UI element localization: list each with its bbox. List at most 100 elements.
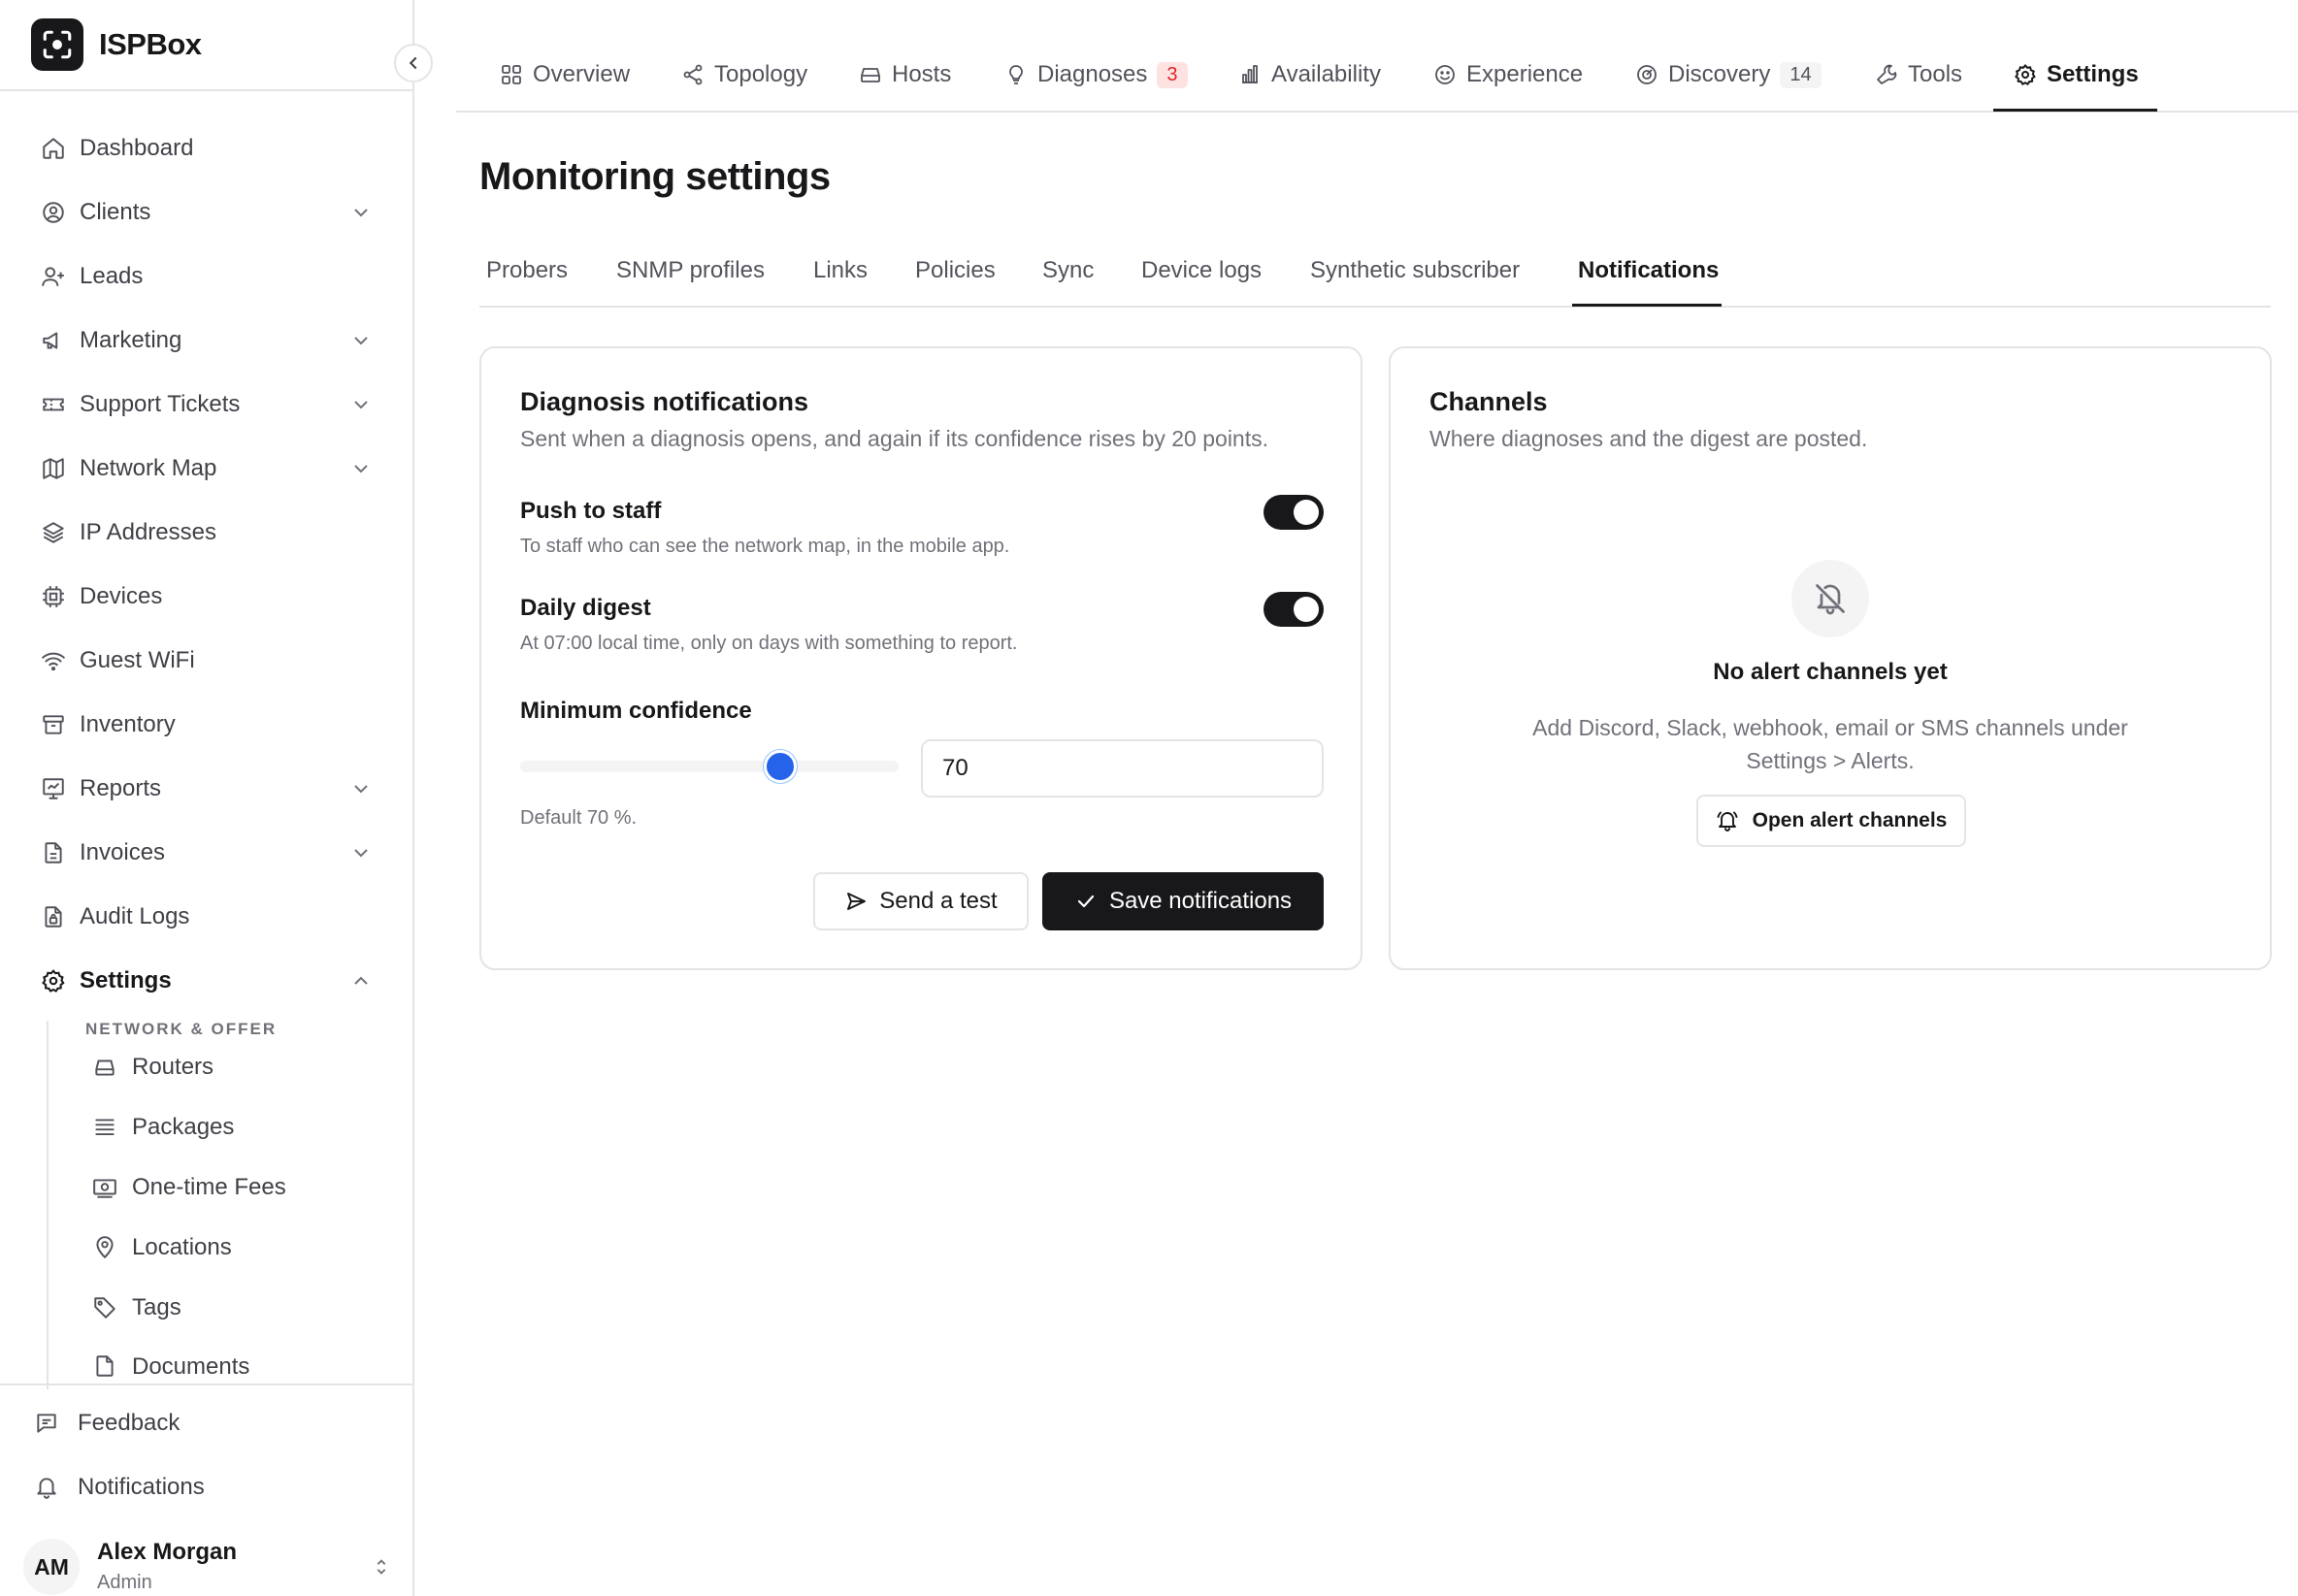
sidebar-subitem-label: Documents [132, 1353, 250, 1380]
confidence-input[interactable] [921, 739, 1324, 798]
sidebar-item-invoices[interactable]: Invoices [23, 826, 384, 880]
sidebar-item-support-tickets[interactable]: Support Tickets [23, 377, 384, 432]
sidebar: ISPBox Dashboard Clients Leads Marketing… [0, 0, 414, 1596]
sidebar-item-dashboard[interactable]: Dashboard [23, 121, 384, 176]
sidebar-subitem-locations[interactable]: Locations [82, 1223, 232, 1272]
sidebar-item-label: Inventory [80, 711, 176, 737]
tag-icon [82, 1295, 128, 1320]
brand-logo-icon [31, 18, 83, 71]
daily-digest-title: Daily digest [520, 595, 651, 621]
router-icon [82, 1055, 128, 1080]
chevron-down-icon [349, 841, 373, 869]
subtab-sync[interactable]: Sync [1042, 257, 1094, 284]
sidebar-subitem-label: Locations [132, 1234, 232, 1260]
tab-label: Topology [714, 61, 808, 87]
share-icon [681, 63, 705, 86]
sidebar-footer-notifications[interactable]: Notifications [23, 1462, 205, 1513]
sidebar-subitem-label: Packages [132, 1114, 235, 1140]
subtab-notifications[interactable]: Notifications [1578, 257, 1719, 284]
subtab-probers[interactable]: Probers [486, 257, 568, 284]
settings-section-label: NETWORK & OFFER [85, 1020, 278, 1038]
brand[interactable]: ISPBox [31, 18, 202, 71]
tab-experience[interactable]: Experience [1433, 56, 1583, 93]
sidebar-item-label: Guest WiFi [80, 647, 195, 673]
sidebar-subitem-label: One-time Fees [132, 1174, 286, 1200]
sidebar-item-marketing[interactable]: Marketing [23, 313, 384, 368]
tab-hosts[interactable]: Hosts [859, 56, 951, 93]
daily-digest-toggle[interactable] [1264, 592, 1324, 627]
confidence-slider-thumb[interactable] [764, 750, 797, 783]
chevron-down-icon [349, 329, 373, 357]
open-alert-channels-button[interactable]: Open alert channels [1696, 795, 1966, 847]
sidebar-item-reports[interactable]: Reports [23, 762, 384, 816]
sidebar-item-settings[interactable]: Settings [23, 954, 384, 1008]
tab-availability[interactable]: Availability [1238, 56, 1381, 93]
tab-label: Tools [1908, 61, 1963, 87]
send-test-label: Send a test [879, 888, 998, 914]
card-description: Where diagnoses and the digest are poste… [1429, 426, 1868, 451]
sidebar-footer-feedback[interactable]: Feedback [23, 1398, 180, 1449]
bulb-icon [1004, 63, 1028, 86]
sidebar-item-label: Reports [80, 775, 162, 801]
subtab-snmp-profiles[interactable]: SNMP profiles [616, 257, 765, 284]
megaphone-icon [23, 328, 80, 353]
toggle-knob [1294, 500, 1319, 525]
subtab-policies[interactable]: Policies [915, 257, 996, 284]
subtab-device-logs[interactable]: Device logs [1141, 257, 1262, 284]
tab-label: Diagnoses [1037, 61, 1148, 87]
sidebar-item-clients[interactable]: Clients [23, 185, 384, 240]
server-icon [859, 63, 882, 86]
tab-discovery[interactable]: Discovery 14 [1635, 56, 1822, 93]
tab-tools[interactable]: Tools [1875, 56, 1962, 93]
sidebar-subitem-label: Tags [132, 1294, 181, 1320]
sidebar-item-devices[interactable]: Devices [23, 570, 384, 624]
sidebar-subitem-routers[interactable]: Routers [82, 1043, 213, 1091]
sidebar-item-inventory[interactable]: Inventory [23, 698, 384, 752]
divider [479, 306, 2271, 308]
chevron-left-icon [403, 52, 424, 74]
sidebar-item-audit-logs[interactable]: Audit Logs [23, 890, 384, 944]
archive-icon [23, 712, 80, 737]
sidebar-subitem-one-time-fees[interactable]: One-time Fees [82, 1163, 286, 1212]
collapse-sidebar-button[interactable] [394, 44, 433, 82]
tab-topology[interactable]: Topology [681, 56, 807, 93]
radar-icon [1635, 63, 1658, 86]
sidebar-subitem-documents[interactable]: Documents [82, 1344, 249, 1383]
user-name: Alex Morgan [97, 1539, 238, 1565]
tab-label: Hosts [892, 61, 952, 87]
sidebar-item-network-map[interactable]: Network Map [23, 441, 384, 496]
sidebar-item-leads[interactable]: Leads [23, 249, 384, 304]
sidebar-item-ip-addresses[interactable]: IP Addresses [23, 505, 384, 560]
sidebar-subitem-tags[interactable]: Tags [82, 1284, 181, 1332]
sidebar-subitem-packages[interactable]: Packages [82, 1103, 234, 1152]
gear-icon [23, 968, 80, 993]
home-icon [23, 136, 80, 161]
subtab-links[interactable]: Links [813, 257, 868, 284]
sidebar-item-guest-wifi[interactable]: Guest WiFi [23, 634, 384, 688]
divider [0, 89, 412, 91]
subtab-synthetic-subscriber[interactable]: Synthetic subscriber [1310, 257, 1520, 284]
top-tabs: Overview Topology Hosts Diagnoses 3 Avai… [456, 37, 2298, 113]
bell-off-icon [1791, 560, 1869, 637]
bar-chart-icon [1238, 63, 1262, 86]
push-to-staff-toggle[interactable] [1264, 495, 1324, 530]
sidebar-item-label: Support Tickets [80, 391, 241, 417]
grid-icon [500, 63, 523, 86]
tab-overview[interactable]: Overview [500, 56, 630, 93]
tab-label: Overview [533, 61, 631, 87]
file-icon [23, 840, 80, 865]
discovery-count-badge: 14 [1780, 61, 1822, 88]
tab-settings[interactable]: Settings [2014, 56, 2139, 93]
empty-state-description: Add Discord, Slack, webhook, email or SM… [1532, 715, 2128, 773]
banknote-icon [82, 1175, 128, 1200]
submenu-rail [47, 1021, 49, 1389]
confidence-slider[interactable] [520, 761, 899, 772]
wrench-icon [1875, 63, 1898, 86]
tab-diagnoses[interactable]: Diagnoses 3 [1004, 56, 1188, 93]
bell-icon [23, 1475, 70, 1500]
send-test-button[interactable]: Send a test [813, 872, 1029, 930]
save-notifications-button[interactable]: Save notifications [1042, 872, 1324, 930]
user-menu[interactable]: AM Alex Morgan Admin [23, 1539, 392, 1596]
sidebar-footer-label: Feedback [78, 1410, 181, 1436]
confidence-hint: Default 70 %. [520, 807, 638, 829]
